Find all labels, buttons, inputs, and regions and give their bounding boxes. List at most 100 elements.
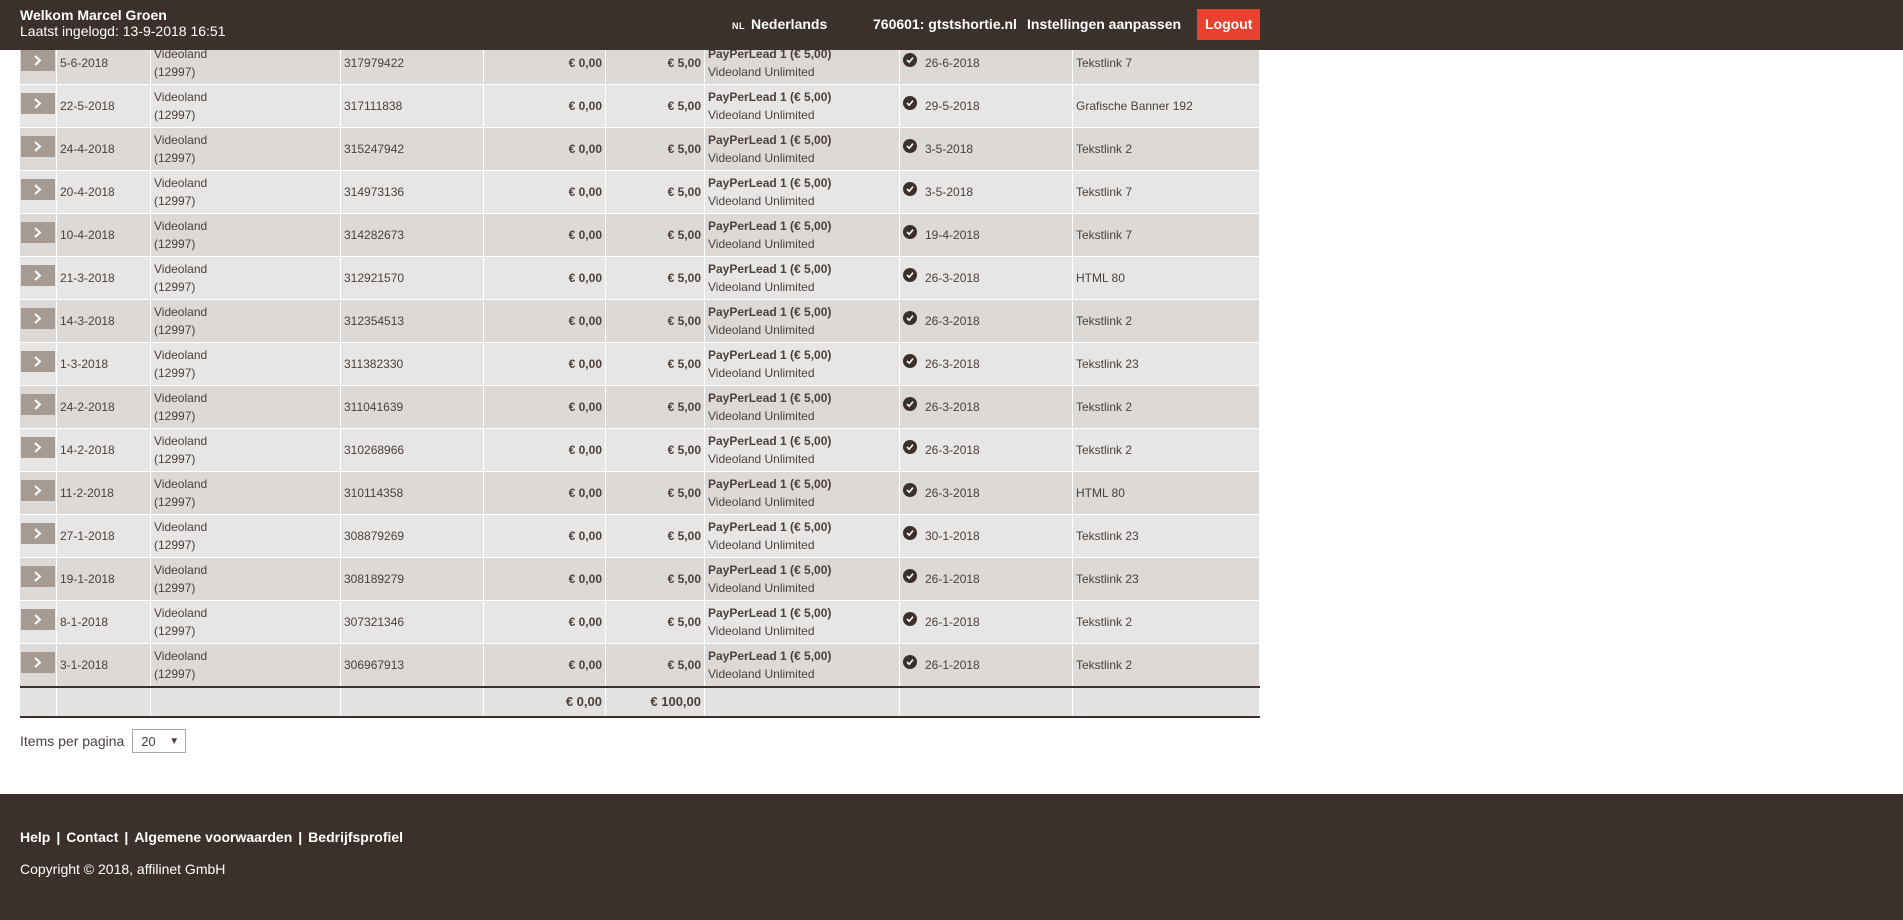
check-circle-icon bbox=[903, 311, 917, 325]
date-cell: 22-5-2018 bbox=[56, 84, 151, 128]
chevron-right-icon[interactable] bbox=[21, 523, 55, 544]
rate-type: PayPerLead 1 (€ 5,00) bbox=[708, 563, 832, 577]
status-date: 26-1-2018 bbox=[925, 658, 980, 672]
rate-cell: PayPerLead 1 (€ 5,00) Videoland Unlimited bbox=[704, 557, 900, 601]
chevron-right-icon[interactable] bbox=[21, 308, 55, 329]
totals-empty bbox=[56, 686, 151, 718]
advertiser-id: (12997) bbox=[154, 366, 196, 380]
totals-empty bbox=[899, 686, 1073, 718]
expand-cell bbox=[20, 514, 57, 558]
media-cell: Grafische Banner 192 bbox=[1072, 84, 1260, 128]
settings-link[interactable]: Instellingen aanpassen bbox=[1027, 16, 1181, 32]
status-cell: 26-1-2018 bbox=[899, 600, 1073, 644]
expand-cell bbox=[20, 127, 57, 171]
date-cell: 27-1-2018 bbox=[56, 514, 151, 558]
advertiser-id: (12997) bbox=[154, 237, 196, 251]
advertiser-cell: Videoland (12997) bbox=[150, 213, 341, 257]
transactions-body: 5-6-2018 Videoland (12997) 317979422 € 0,00 €… bbox=[20, 42, 1260, 718]
advertiser-id: (12997) bbox=[154, 409, 196, 423]
chevron-right-icon[interactable] bbox=[21, 179, 55, 200]
order-amount-cell: € 0,00 bbox=[483, 385, 606, 429]
advertiser-cell: Videoland (12997) bbox=[150, 127, 341, 171]
order-amount-cell: € 0,00 bbox=[483, 299, 606, 343]
rate-cell: PayPerLead 1 (€ 5,00) Videoland Unlimited bbox=[704, 256, 900, 300]
chevron-right-icon[interactable] bbox=[21, 394, 55, 415]
table-row: 24-2-2018 Videoland (12997) 311041639 € 0,00… bbox=[20, 385, 1260, 429]
logout-button[interactable]: Logout bbox=[1197, 9, 1261, 40]
advertiser-cell: Videoland (12997) bbox=[150, 514, 341, 558]
program-name: Videoland Unlimited bbox=[708, 366, 815, 380]
status-date: 26-3-2018 bbox=[925, 314, 980, 328]
chevron-right-icon[interactable] bbox=[21, 480, 55, 501]
footer-link-help[interactable]: Help bbox=[20, 829, 50, 845]
status-date: 26-3-2018 bbox=[925, 443, 980, 457]
order-amount-cell: € 0,00 bbox=[483, 643, 606, 688]
footer-separator: | bbox=[298, 829, 303, 845]
status-cell: 3-5-2018 bbox=[899, 170, 1073, 214]
chevron-right-icon[interactable] bbox=[21, 609, 55, 630]
status-wrap: 26-3-2018 bbox=[903, 311, 1069, 330]
table-row: 11-2-2018 Videoland (12997) 310114358 € 0,00… bbox=[20, 471, 1260, 515]
status-wrap: 3-5-2018 bbox=[903, 182, 1069, 201]
order-amount-cell: € 0,00 bbox=[483, 342, 606, 386]
language-label: Nederlands bbox=[751, 16, 828, 32]
footer-link-terms[interactable]: Algemene voorwaarden bbox=[134, 829, 292, 845]
footer-link-contact[interactable]: Contact bbox=[66, 829, 118, 845]
media-cell: HTML 80 bbox=[1072, 471, 1260, 515]
expand-cell bbox=[20, 342, 57, 386]
program-name: Videoland Unlimited bbox=[708, 538, 815, 552]
rate-type: PayPerLead 1 (€ 5,00) bbox=[708, 133, 832, 147]
chevron-right-icon[interactable] bbox=[21, 136, 55, 157]
status-wrap: 26-3-2018 bbox=[903, 268, 1069, 287]
status-wrap: 29-5-2018 bbox=[903, 96, 1069, 115]
last-login-text: Laatst ingelogd: 13-9-2018 16:51 bbox=[20, 23, 226, 39]
expand-cell bbox=[20, 84, 57, 128]
advertiser-cell: Videoland (12997) bbox=[150, 471, 341, 515]
rate-type: PayPerLead 1 (€ 5,00) bbox=[708, 176, 832, 190]
chevron-right-icon[interactable] bbox=[21, 265, 55, 286]
status-wrap: 26-3-2018 bbox=[903, 354, 1069, 373]
chevron-right-icon[interactable] bbox=[21, 437, 55, 458]
rate-type: PayPerLead 1 (€ 5,00) bbox=[708, 434, 832, 448]
date-cell: 21-3-2018 bbox=[56, 256, 151, 300]
rate-cell: PayPerLead 1 (€ 5,00) Videoland Unlimited bbox=[704, 213, 900, 257]
status-cell: 26-1-2018 bbox=[899, 557, 1073, 601]
table-row: 19-1-2018 Videoland (12997) 308189279 € 0,00… bbox=[20, 557, 1260, 601]
totals-empty bbox=[150, 686, 341, 718]
check-circle-icon bbox=[903, 96, 917, 110]
status-date: 19-4-2018 bbox=[925, 228, 980, 242]
media-cell: Tekstlink 23 bbox=[1072, 514, 1260, 558]
chevron-right-icon[interactable] bbox=[21, 93, 55, 114]
advertiser-name: Videoland bbox=[154, 176, 208, 190]
rate-type: PayPerLead 1 (€ 5,00) bbox=[708, 348, 832, 362]
media-cell: Tekstlink 2 bbox=[1072, 428, 1260, 472]
rate-type: PayPerLead 1 (€ 5,00) bbox=[708, 391, 832, 405]
chevron-right-icon[interactable] bbox=[21, 50, 55, 71]
media-cell: Tekstlink 2 bbox=[1072, 600, 1260, 644]
chevron-right-icon[interactable] bbox=[21, 566, 55, 587]
totals-empty bbox=[1072, 686, 1260, 718]
status-wrap: 26-1-2018 bbox=[903, 612, 1069, 631]
footer: Help | Contact | Algemene voorwaarden | Bedrij… bbox=[0, 794, 1903, 920]
chevron-right-icon[interactable] bbox=[21, 222, 55, 243]
commission-cell: € 5,00 bbox=[605, 600, 705, 644]
items-per-page-select[interactable]: 20 ▼ bbox=[132, 729, 187, 753]
language-selector[interactable]: NL Nederlands bbox=[732, 16, 827, 32]
advertiser-name: Videoland bbox=[154, 348, 208, 362]
order-amount-cell: € 0,00 bbox=[483, 471, 606, 515]
transaction-id-cell: 312354513 bbox=[340, 299, 484, 343]
check-circle-icon bbox=[903, 354, 917, 368]
date-cell: 14-2-2018 bbox=[56, 428, 151, 472]
advertiser-name: Videoland bbox=[154, 90, 208, 104]
footer-link-company-profile[interactable]: Bedrijfsprofiel bbox=[308, 829, 403, 845]
advertiser-id: (12997) bbox=[154, 323, 196, 337]
totals-row: € 0,00 € 100,00 bbox=[20, 686, 1260, 718]
advertiser-cell: Videoland (12997) bbox=[150, 385, 341, 429]
media-cell: Tekstlink 7 bbox=[1072, 170, 1260, 214]
status-date: 26-3-2018 bbox=[925, 357, 980, 371]
rate-cell: PayPerLead 1 (€ 5,00) Videoland Unlimited bbox=[704, 299, 900, 343]
chevron-right-icon[interactable] bbox=[21, 351, 55, 372]
chevron-right-icon[interactable] bbox=[21, 652, 55, 673]
table-row: 10-4-2018 Videoland (12997) 314282673 € 0,00… bbox=[20, 213, 1260, 257]
status-wrap: 26-3-2018 bbox=[903, 440, 1069, 459]
